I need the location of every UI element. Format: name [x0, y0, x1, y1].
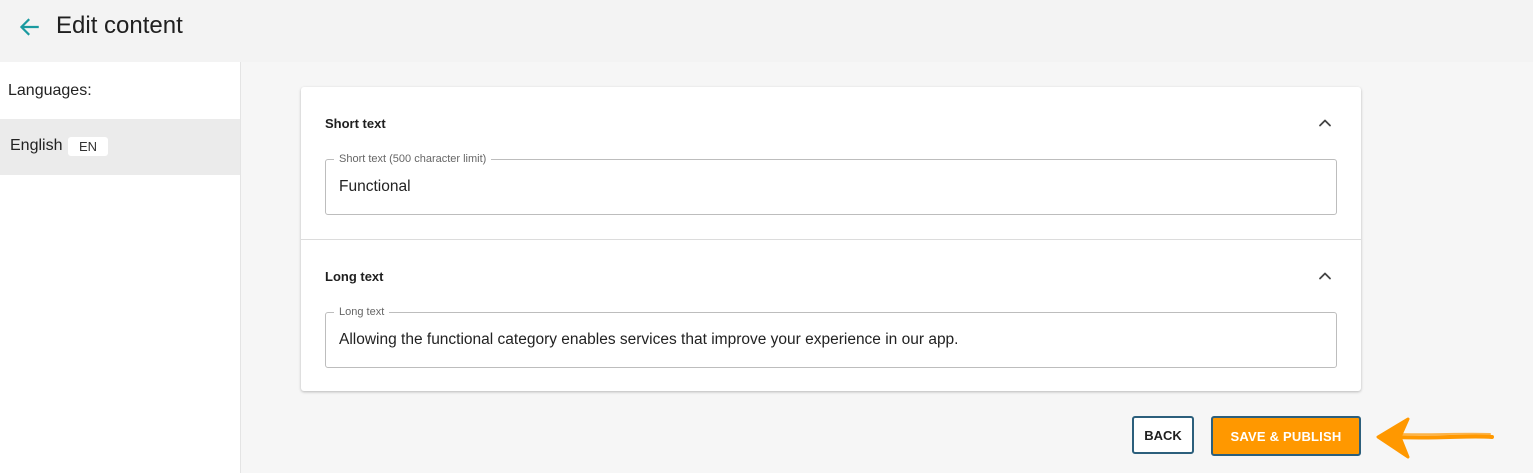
- save-and-publish-button[interactable]: SAVE & PUBLISH: [1211, 416, 1361, 456]
- chevron-up-icon[interactable]: [1315, 266, 1335, 286]
- page-title: Edit content: [56, 12, 183, 39]
- main-content: Short text Short text (500 character lim…: [241, 62, 1533, 473]
- short-text-field: Short text (500 character limit): [325, 152, 1337, 215]
- language-sidebar: Languages: English EN: [0, 62, 241, 473]
- annotation-arrow-icon: [1376, 417, 1494, 459]
- section-title: Short text: [325, 116, 386, 131]
- languages-heading: Languages:: [8, 82, 92, 99]
- long-text-field: Long text: [325, 305, 1337, 368]
- section-title: Long text: [325, 269, 384, 284]
- page-header: Edit content: [0, 0, 1533, 62]
- short-text-input[interactable]: [339, 160, 1319, 214]
- back-button[interactable]: BACK: [1132, 416, 1194, 454]
- arrow-left-icon[interactable]: [16, 14, 42, 40]
- long-text-section: Long text Long text: [301, 240, 1361, 391]
- content-card: Short text Short text (500 character lim…: [301, 87, 1361, 391]
- short-text-section: Short text Short text (500 character lim…: [301, 87, 1361, 240]
- language-code-badge: EN: [68, 137, 108, 156]
- language-item-english[interactable]: English EN: [0, 119, 240, 175]
- long-text-input[interactable]: [339, 313, 1319, 367]
- chevron-up-icon[interactable]: [1315, 113, 1335, 133]
- language-name: English: [10, 137, 63, 154]
